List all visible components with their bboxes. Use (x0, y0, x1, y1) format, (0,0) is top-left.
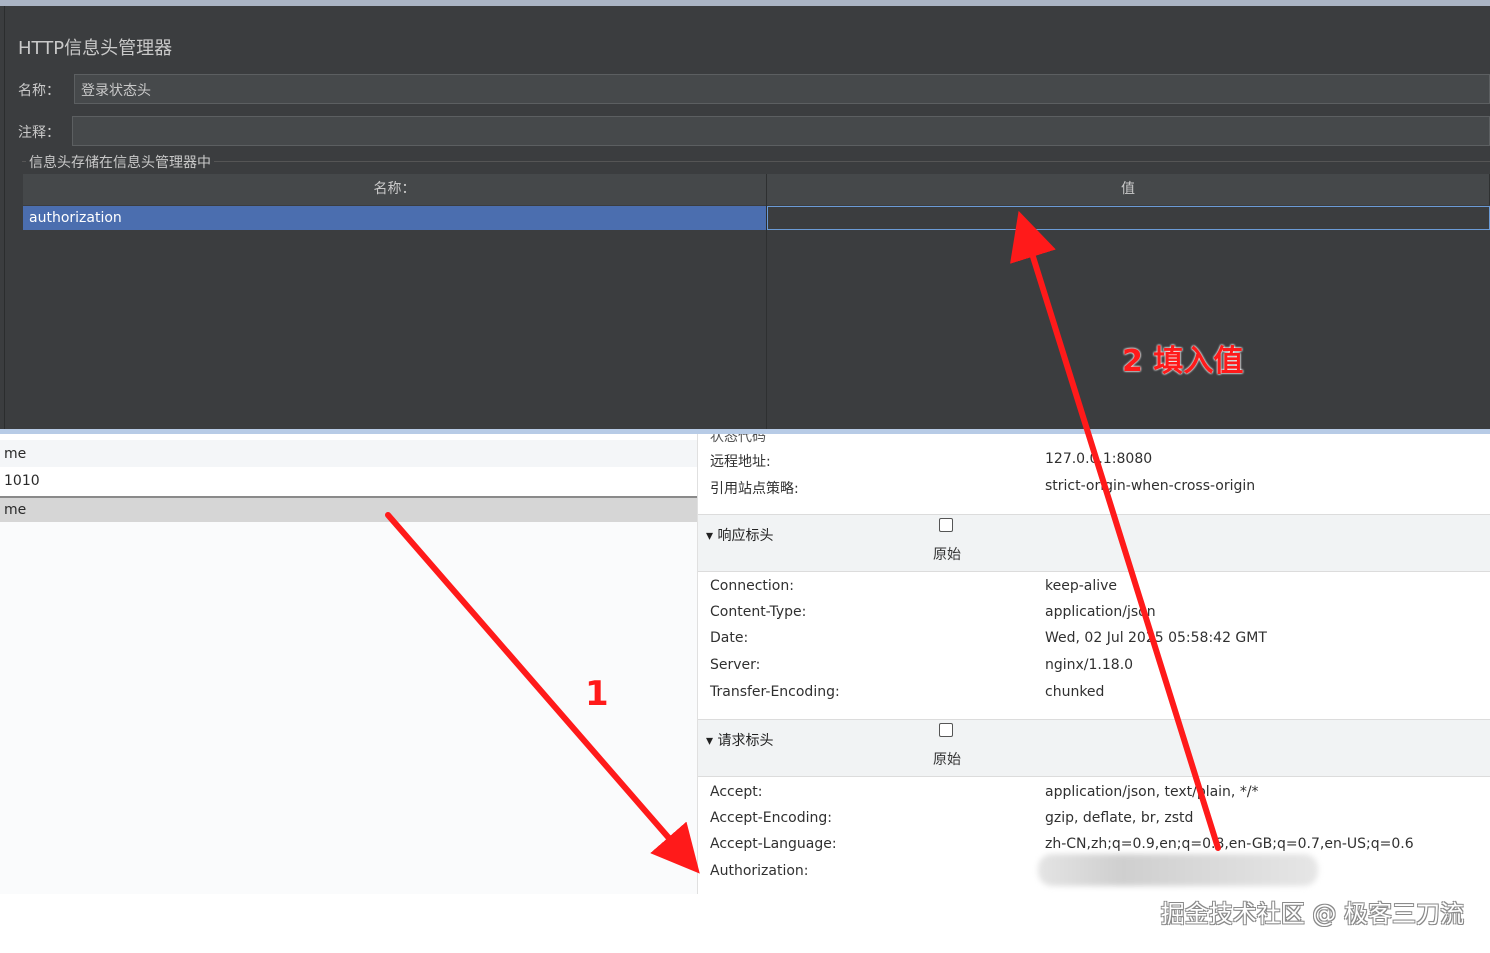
redacted-token (1038, 854, 1318, 886)
comment-label: 注释： (18, 125, 60, 141)
request-header-value: application/json, text/plain, */* (1045, 784, 1259, 800)
http-header-manager-panel: HTTP信息头管理器 名称： 登录状态头 注释： 信息头存储在信息头管理器中 名… (0, 0, 1490, 436)
list-item[interactable]: 1010 (0, 467, 697, 495)
column-header-value[interactable]: 值 (767, 174, 1490, 205)
panel-title: HTTP信息头管理器 (18, 38, 173, 59)
raw-checkbox[interactable] (939, 723, 953, 737)
request-header-key: Accept-Language: (710, 836, 837, 852)
general-value: 127.0.0.1:8080 (1045, 451, 1153, 467)
group-title: 信息头存储在信息头管理器中 (26, 152, 214, 172)
request-header-key: Accept-Encoding: (710, 810, 833, 826)
response-header-key: Connection: (710, 578, 794, 594)
devtools-headers-panel: 状态代码 远程地址: 127.0.0.1:8080 引用站点策略: strict… (697, 434, 1490, 894)
cut-off-row: 状态代码 (710, 434, 766, 445)
list-item[interactable]: me (0, 440, 697, 468)
column-header-name[interactable]: 名称： (23, 174, 767, 205)
general-value: strict-origin-when-cross-origin (1045, 478, 1256, 494)
raw-label: 原始 (933, 752, 961, 768)
group-border (22, 161, 1490, 162)
request-headers-title[interactable]: ▾ 请求标头 (706, 730, 773, 750)
request-header-key: Authorization: (710, 863, 809, 879)
panel-border (4, 6, 5, 430)
response-header-key: Transfer-Encoding: (710, 684, 840, 700)
general-key: 远程地址: (710, 454, 771, 470)
response-headers-title[interactable]: ▾ 响应标头 (706, 525, 773, 545)
list-item-selected[interactable]: me (0, 496, 697, 524)
response-header-value: keep-alive (1045, 578, 1118, 594)
response-headers-section[interactable]: ▾ 响应标头 原始 (698, 514, 1490, 572)
name-input[interactable]: 登录状态头 (74, 74, 1490, 104)
raw-label: 原始 (933, 547, 961, 563)
response-header-key: Content-Type: (710, 604, 807, 620)
response-header-value: application/json (1045, 604, 1156, 620)
response-header-value: Wed, 02 Jul 2025 05:58:42 GMT (1045, 630, 1267, 646)
raw-checkbox[interactable] (939, 518, 953, 532)
response-header-key: Date: (710, 630, 749, 646)
watermark: 掘金技术社区 @ 极客三刀流 (1160, 900, 1464, 928)
response-header-key: Server: (710, 657, 761, 673)
response-header-value: chunked (1045, 684, 1105, 700)
annotation-step-1: 1 (585, 674, 609, 714)
request-header-key: Accept: (710, 784, 763, 800)
header-row-name-cell[interactable]: authorization (23, 206, 766, 230)
header-row-value-cell[interactable] (767, 206, 1490, 230)
response-header-value: nginx/1.18.0 (1045, 657, 1134, 673)
general-key: 引用站点策略: (710, 481, 799, 497)
request-header-value: zh-CN,zh;q=0.9,en;q=0.8,en-GB;q=0.7,en-U… (1045, 836, 1414, 852)
request-headers-section[interactable]: ▾ 请求标头 原始 (698, 719, 1490, 777)
name-label: 名称： (18, 83, 60, 99)
request-header-value: gzip, deflate, br, zstd (1045, 810, 1194, 826)
comment-input[interactable] (72, 116, 1490, 146)
annotation-step-2: 2 填入值 (1122, 344, 1244, 379)
